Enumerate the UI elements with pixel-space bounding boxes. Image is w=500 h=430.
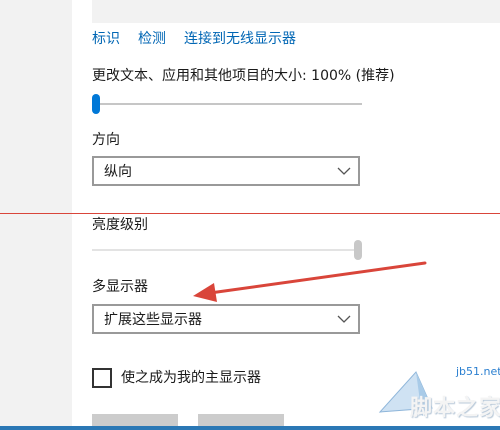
orientation-label: 方向 [92,132,120,148]
orientation-dropdown[interactable]: 纵向 [92,156,360,186]
detect-link[interactable]: 检测 [138,30,166,48]
main-display-checkbox[interactable] [92,368,112,388]
identify-link[interactable]: 标识 [92,30,120,48]
annotation-divider-line [0,213,500,214]
multiple-displays-selected-value: 扩展这些显示器 [104,312,202,328]
brightness-slider-fill [92,249,358,251]
chevron-down-icon [337,315,351,323]
multiple-displays-label: 多显示器 [92,279,148,295]
watermark-url: jb51.net [456,365,500,378]
scale-slider[interactable] [92,94,362,114]
main-display-checkbox-row[interactable]: 使之成为我的主显示器 [92,368,261,388]
connect-wireless-display-link[interactable]: 连接到无线显示器 [184,30,296,48]
scale-slider-track [92,103,362,105]
display-links: 标识 检测 连接到无线显示器 [92,30,314,48]
brightness-slider-thumb[interactable] [354,240,362,260]
orientation-selected-value: 纵向 [104,164,132,180]
scale-slider-thumb[interactable] [92,94,100,114]
chevron-down-icon [337,167,351,175]
watermark-name: 脚本之家 [410,396,500,421]
scale-label: 更改文本、应用和其他项目的大小: 100% (推荐) [92,68,395,84]
watermark: jb51.net 脚本之家 [370,362,500,426]
taskbar-edge [0,426,500,430]
left-panel-strip [0,0,72,430]
main-display-checkbox-label: 使之成为我的主显示器 [121,370,261,386]
display-preview-area[interactable] [92,0,500,23]
multiple-displays-dropdown[interactable]: 扩展这些显示器 [92,304,360,334]
brightness-label: 亮度级别 [92,217,148,233]
brightness-slider[interactable] [92,240,362,260]
